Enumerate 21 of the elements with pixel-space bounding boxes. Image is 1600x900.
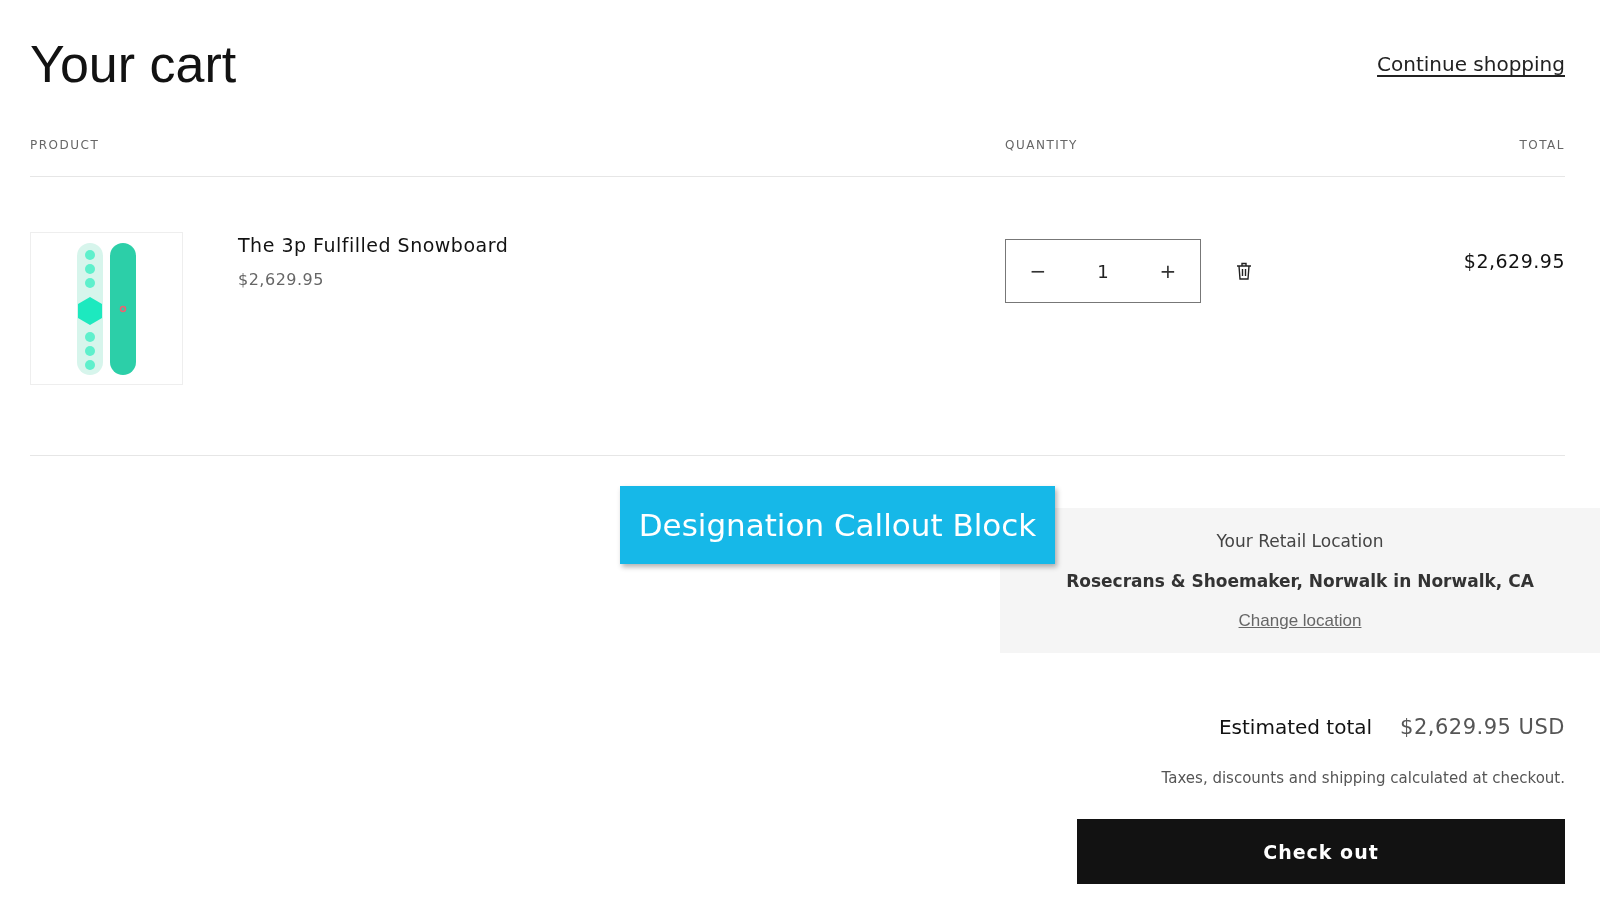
change-location-link[interactable]: Change location (1238, 610, 1362, 631)
continue-shopping-link[interactable]: Continue shopping (1377, 52, 1565, 76)
location-heading: Your Retail Location (1216, 530, 1384, 551)
quantity-selector[interactable]: − 1 + (1005, 239, 1201, 303)
product-name[interactable]: The 3p Fulfilled Snowboard (238, 234, 509, 256)
callout-label: Designation Callout Block (620, 486, 1055, 564)
line-total: $2,629.95 (1462, 249, 1565, 274)
checkout-note: Taxes, discounts and shipping calculated at checkout. (1160, 769, 1565, 787)
trash-icon (1236, 262, 1252, 280)
increase-button[interactable]: + (1148, 258, 1188, 284)
store-name: Rosecrans & Shoemaker, Norwalk in Norwalk, CA (1066, 570, 1534, 591)
product-price: $2,629.95 (238, 270, 325, 289)
estimated-total-value: $2,629.95 USD (1400, 715, 1565, 739)
column-header: QUANTITY (1005, 138, 1079, 152)
estimated-total-label: Estimated total (1218, 715, 1373, 739)
checkout-button[interactable]: Check out (1077, 819, 1565, 884)
page-title: Your cart (30, 34, 237, 94)
decrease-button[interactable]: − (1018, 258, 1058, 284)
column-header: TOTAL (1518, 138, 1565, 152)
column-header: PRODUCT (30, 138, 101, 152)
delete-button[interactable] (1236, 262, 1252, 280)
